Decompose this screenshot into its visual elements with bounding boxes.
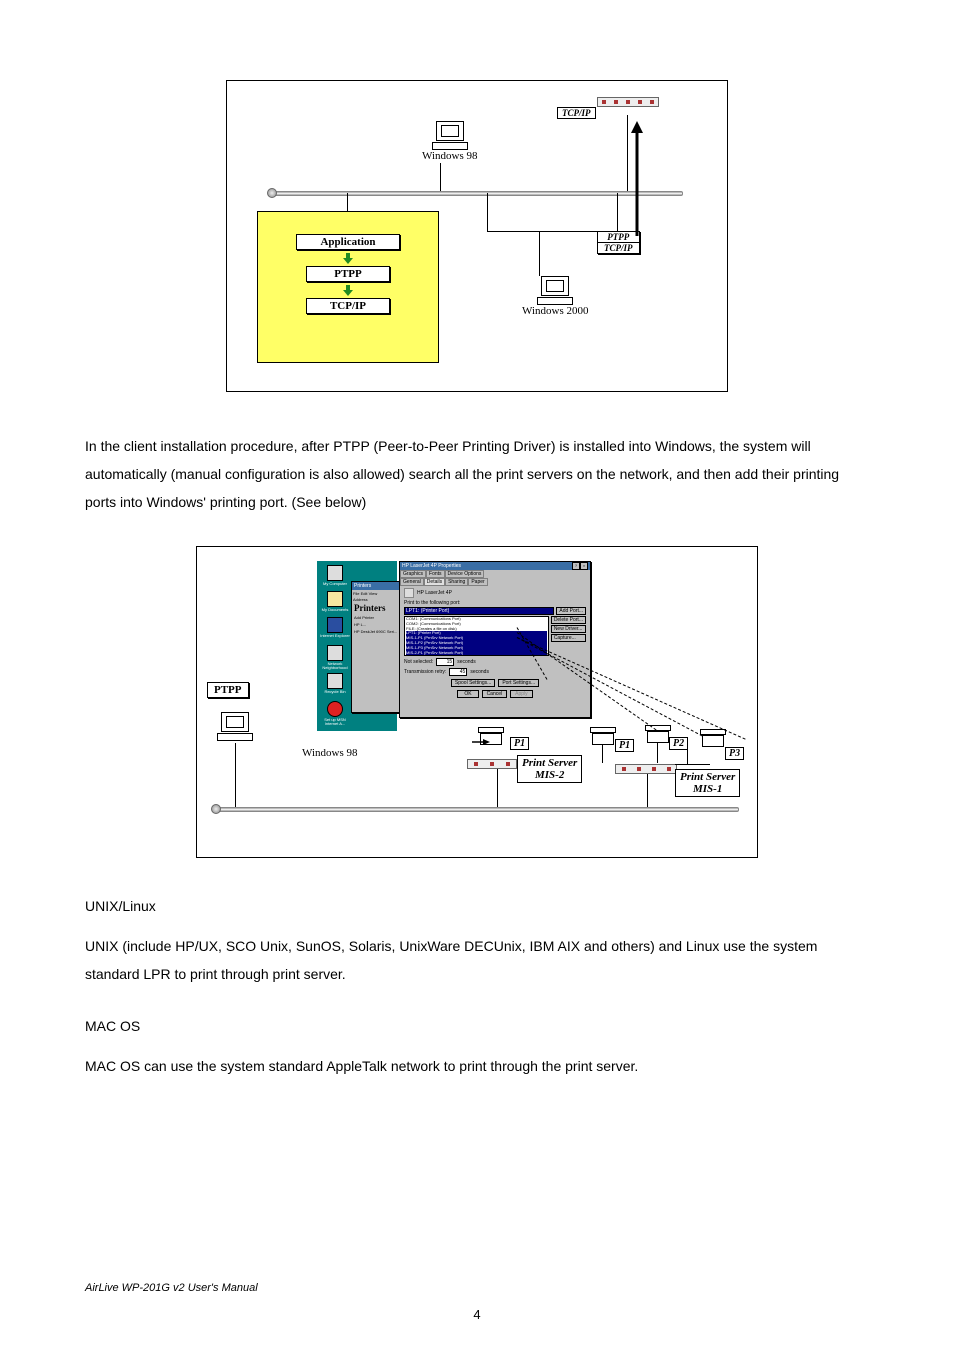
hub-mis1	[615, 764, 677, 774]
retry-value[interactable]: 45	[449, 668, 467, 676]
notsel-label: Not selected:	[404, 659, 433, 665]
mac-heading: MAC OS	[85, 1018, 869, 1034]
desk-icon-mydocs[interactable]: My Documents	[320, 591, 350, 612]
ps2-label: Print ServerMIS-2	[517, 755, 582, 783]
tab-graphics[interactable]: Graphics	[400, 570, 426, 578]
hline-p3m1	[675, 764, 710, 765]
figure1: TCP/IP Windows 98 Application PTPP TCP	[226, 80, 728, 392]
hub-top	[597, 97, 659, 107]
pc-win2000-label: Windows 2000	[522, 305, 588, 317]
notsel-value[interactable]: 15	[436, 658, 454, 666]
thick-arrow-up	[622, 121, 652, 241]
retry-label: Transmission retry:	[404, 669, 446, 675]
footer-line: AirLive WP-201G v2 User's Manual	[85, 1282, 258, 1294]
vline-ps2	[497, 767, 498, 807]
printer-mis1-p3	[702, 729, 726, 747]
btn-delete-port[interactable]: Delete Port...	[551, 616, 586, 624]
figure1-wrap: TCP/IP Windows 98 Application PTPP TCP	[85, 80, 869, 392]
paragraph-ptpp: In the client installation procedure, af…	[85, 432, 869, 516]
stack-tcpip-label: TCP/IP	[306, 298, 390, 314]
app-label: Application	[296, 234, 400, 250]
pc-win98-label: Windows 98	[422, 150, 477, 162]
vline-mid	[487, 193, 488, 231]
desk-icon-msn[interactable]: Set up MSN Internet A...	[320, 701, 350, 726]
printers-title: Printers	[354, 583, 371, 589]
tab-paper[interactable]: Paper	[468, 578, 487, 586]
desktop: My Computer My Documents Internet Explor…	[317, 561, 397, 731]
titlebar-controls: ?×	[572, 562, 588, 570]
vline-p3m1	[687, 747, 688, 764]
pc-win98: Windows 98	[422, 121, 477, 162]
stack-ptpp-label: PTPP	[306, 266, 390, 282]
ptpp-side-label: PTPP	[207, 682, 249, 698]
termcap-2	[211, 804, 221, 814]
tab-general[interactable]: General	[400, 578, 424, 586]
pc-win98-f2	[217, 712, 253, 741]
btn-capture[interactable]: Capture...	[551, 634, 586, 642]
tcpip-label-top: TCP/IP	[557, 107, 596, 119]
figure2-wrap: PTPP Windows 98 My Computer My Documents…	[85, 546, 869, 858]
tab-deviceoptions[interactable]: Device Options	[445, 570, 485, 578]
tabs-row2: General Details Sharing Paper	[400, 578, 590, 586]
hub-mis2	[467, 759, 517, 769]
unix-paragraph: UNIX (include HP/UX, SCO Unix, SunOS, So…	[85, 932, 869, 988]
btn-cancel[interactable]: Cancel	[482, 690, 508, 698]
vline-w2k	[539, 231, 540, 276]
page: TCP/IP Windows 98 Application PTPP TCP	[0, 0, 954, 1350]
close-icon[interactable]: ×	[580, 562, 588, 570]
vline-p2m1	[657, 743, 658, 763]
printer-mis1-p2	[647, 725, 671, 743]
printer-mis1-p1	[592, 727, 616, 745]
desk-icon-recycle[interactable]: Recycle Bin	[320, 673, 350, 694]
desk-icon-mycomputer[interactable]: My Computer	[320, 565, 350, 586]
arrow-2	[343, 285, 353, 295]
tab-details[interactable]: Details	[424, 578, 445, 586]
help-icon[interactable]: ?	[572, 562, 580, 570]
port-list[interactable]: COM1: (Communications Port) COM2: (Commu…	[404, 616, 549, 656]
arrow-1	[343, 253, 353, 263]
mis1-p1-label: P1	[615, 739, 634, 752]
mis1-p3-label: P3	[725, 747, 744, 760]
port-select[interactable]: LPT1: (Printer Port)	[404, 607, 554, 615]
arrow-p1-mis2	[470, 737, 490, 747]
vline-yb	[347, 193, 348, 211]
tabs-row1: Graphics Fonts Device Options	[400, 570, 590, 578]
p1-label: P1	[510, 737, 529, 750]
vline-right	[617, 193, 618, 231]
devname-row: HP LaserJet 4P	[400, 586, 590, 600]
btn-new-driver[interactable]: New Driver...	[551, 625, 586, 633]
vline-ps1	[647, 772, 648, 807]
tcpip-label: TCP/IP	[597, 242, 640, 254]
desk-icon-nethood[interactable]: Network Neighborhood	[320, 645, 350, 670]
win98-f2-label: Windows 98	[302, 747, 357, 759]
termcap-left	[267, 188, 277, 198]
mis1-p2-label: P2	[669, 737, 688, 750]
figure2: PTPP Windows 98 My Computer My Documents…	[196, 546, 758, 858]
dialog-title-bar: HP LaserJet 4P Properties ?×	[400, 562, 590, 570]
mac-paragraph: MAC OS can use the system standard Apple…	[85, 1052, 869, 1080]
vline-1	[440, 163, 441, 191]
btn-add-port[interactable]: Add Port...	[556, 607, 586, 615]
netline-2	[217, 807, 739, 812]
desk-icon-ie[interactable]: Internet Explorer	[320, 617, 350, 638]
dialog-title: HP LaserJet 4P Properties	[402, 563, 461, 569]
page-number: 4	[0, 1307, 954, 1322]
client-stack-box: Application PTPP TCP/IP	[257, 211, 439, 363]
tab-fonts[interactable]: Fonts	[426, 570, 445, 578]
btn-ok[interactable]: OK	[457, 690, 478, 698]
properties-dialog[interactable]: HP LaserJet 4P Properties ?× Graphics Fo…	[399, 561, 591, 718]
printer-icon	[404, 588, 414, 598]
btn-port[interactable]: Port Settings...	[498, 679, 539, 687]
pc-win2000: Windows 2000	[522, 276, 588, 317]
unix-heading: UNIX/Linux	[85, 898, 869, 914]
ps1-label: Print ServerMIS-1	[675, 769, 740, 797]
btn-spool[interactable]: Spool Settings...	[451, 679, 495, 687]
vline-p1m1	[602, 745, 603, 763]
btn-apply[interactable]: Apply	[510, 690, 533, 698]
tab-sharing[interactable]: Sharing	[445, 578, 468, 586]
vline-pc2	[235, 743, 236, 807]
